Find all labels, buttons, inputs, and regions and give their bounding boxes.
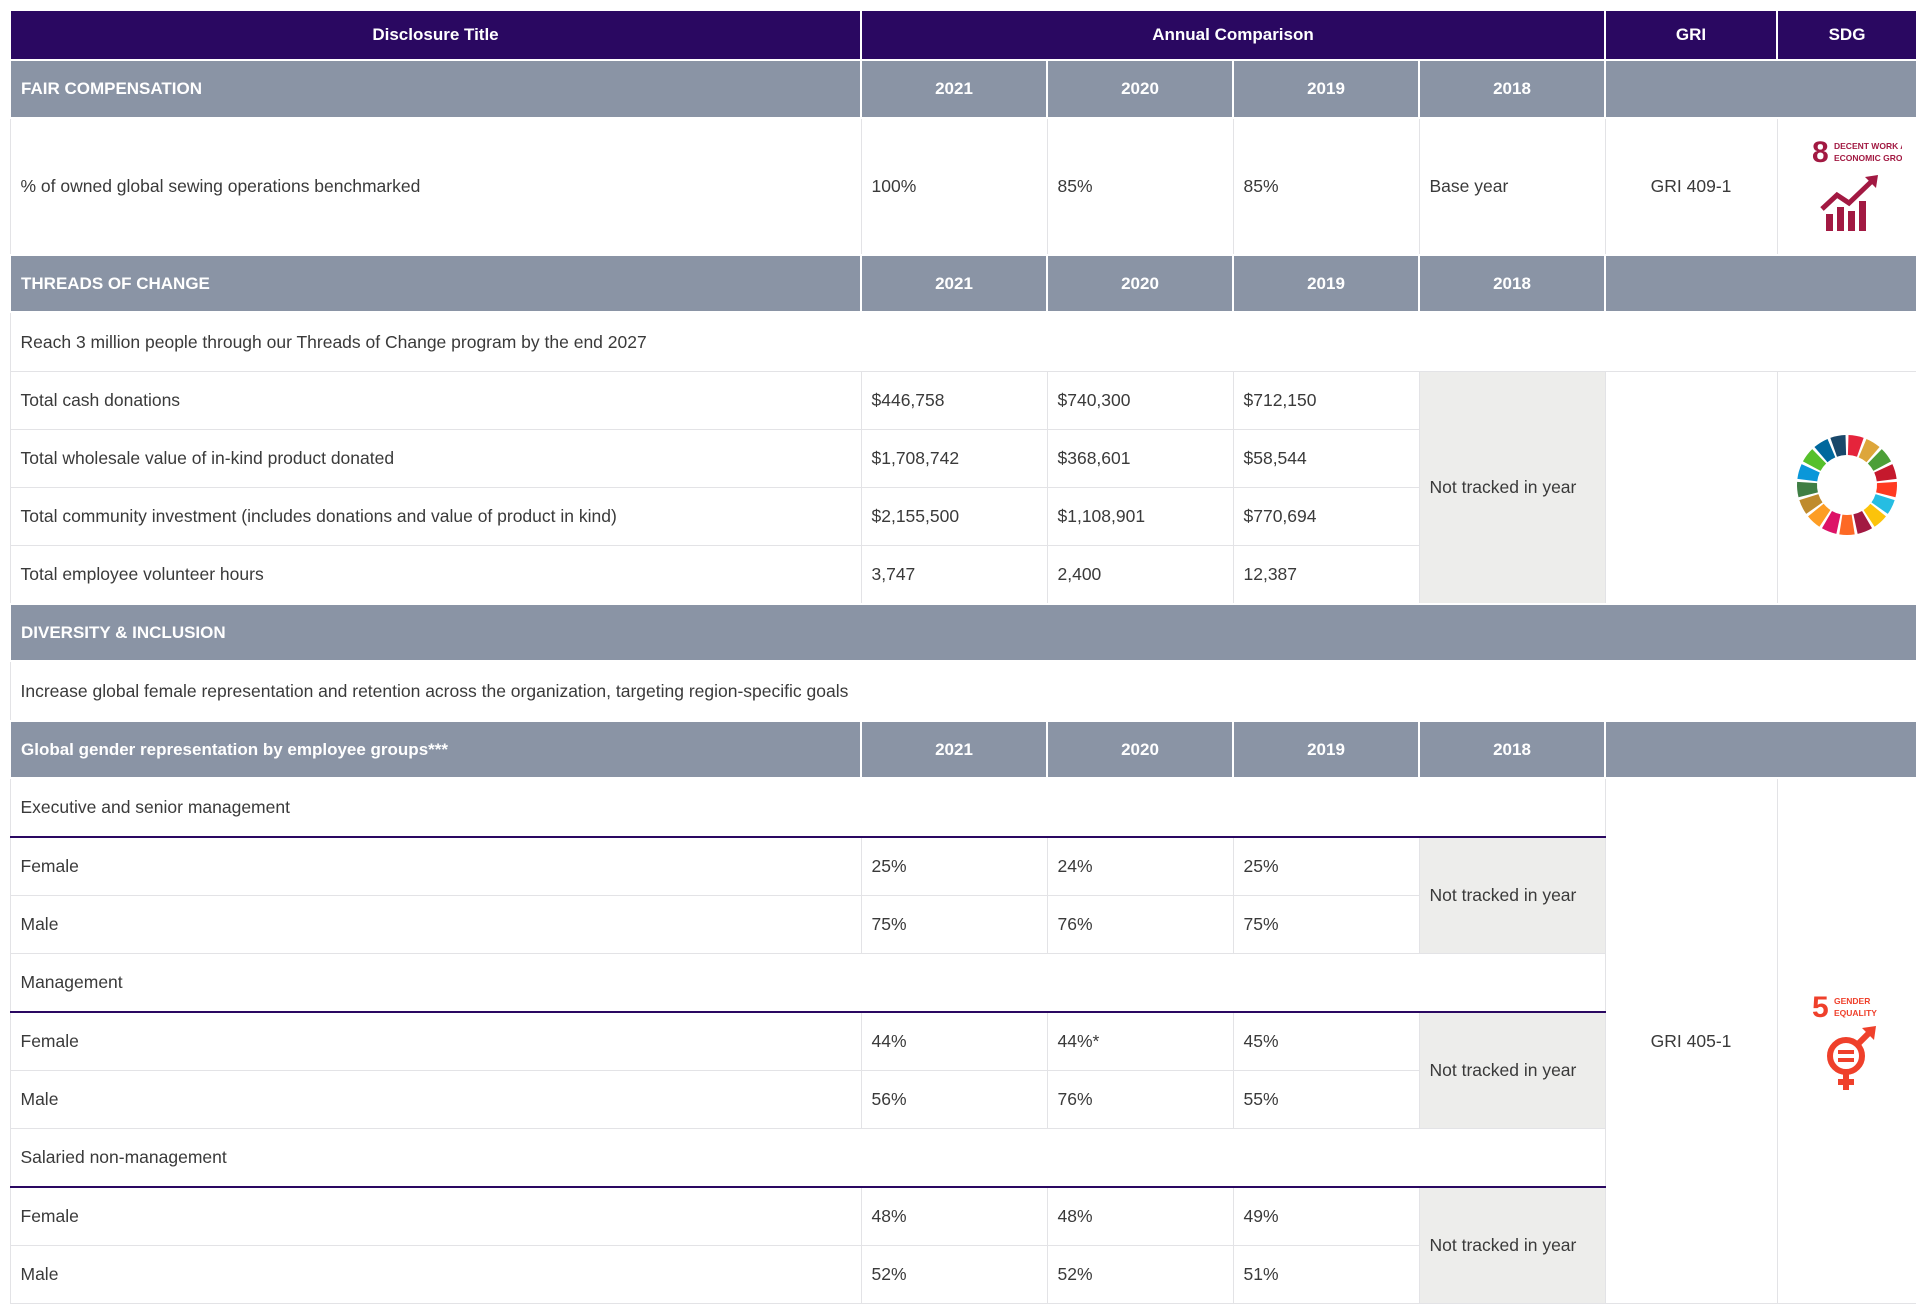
not-tracked-cell: Not tracked in year (1418, 836, 1606, 954)
table-row: % of owned global sewing operations benc… (9, 117, 1916, 256)
sdg-cell: 8 DECENT WORK AND ECONOMIC GROWTH (1776, 117, 1916, 256)
row-label: Female (9, 1011, 862, 1071)
year-header: 2018 (1417, 720, 1607, 779)
sdg-wheel-segment (1797, 481, 1818, 498)
svg-text:8: 8 (1812, 136, 1829, 169)
header-sdg: SDG (1776, 9, 1916, 61)
cell-value: 48% (860, 1186, 1048, 1246)
cell-value: $712,150 (1232, 371, 1420, 430)
section-header-filler (1604, 254, 1916, 313)
cell-value: $1,708,742 (860, 429, 1048, 488)
sdg-5-icon: 5 GENDER EQUALITY (1812, 991, 1877, 1090)
cell-value: 76% (1046, 895, 1234, 954)
cell-value: $740,300 (1046, 371, 1234, 430)
gri-code: GRI 405-1 (1604, 777, 1778, 1304)
svg-text:GENDER: GENDER (1834, 996, 1870, 1006)
svg-text:5: 5 (1812, 991, 1829, 1024)
row-label: Female (9, 1186, 862, 1246)
row-label: Male (9, 895, 862, 954)
row-label: Male (9, 1070, 862, 1129)
sdg-8-icon: 8 DECENT WORK AND ECONOMIC GROWTH (1812, 136, 1902, 231)
not-tracked-cell: Not tracked in year (1418, 1186, 1606, 1304)
year-header: 2018 (1417, 254, 1607, 313)
year-header: 2020 (1046, 720, 1234, 779)
row-label: Male (9, 1245, 862, 1304)
group-title: Salaried non-management (9, 1128, 1606, 1188)
year-header: 2019 (1232, 720, 1420, 779)
cell-value: 52% (860, 1245, 1048, 1304)
cell-value: 52% (1046, 1245, 1234, 1304)
header-gri: GRI (1604, 9, 1779, 61)
cell-value: 56% (860, 1070, 1048, 1129)
cell-value: 76% (1046, 1070, 1234, 1129)
cell-value: 45% (1232, 1011, 1420, 1071)
sdg-wheel-segment (1876, 481, 1898, 498)
cell-value: 48% (1046, 1186, 1234, 1246)
year-header: 2021 (860, 720, 1048, 779)
year-header: 2021 (860, 254, 1048, 313)
gri-code: GRI 409-1 (1604, 117, 1778, 256)
row-label: Total wholesale value of in-kind product… (9, 429, 862, 488)
cell-value: 44%* (1046, 1011, 1234, 1071)
cell-value: 51% (1232, 1245, 1420, 1304)
cell-value: 25% (1232, 836, 1420, 896)
cell-value: Base year (1418, 117, 1606, 256)
year-header: 2019 (1232, 254, 1420, 313)
year-header: 2021 (860, 59, 1048, 119)
section-title-diversity: DIVERSITY & INCLUSION (8, 603, 1916, 662)
svg-text:DECENT WORK AND: DECENT WORK AND (1834, 141, 1902, 151)
cell-value: 49% (1232, 1186, 1420, 1246)
sdg-cell: 5 GENDER EQUALITY (1776, 777, 1916, 1304)
header-annual-comparison: Annual Comparison (859, 9, 1607, 61)
not-tracked-cell: Not tracked in year (1418, 1011, 1606, 1129)
cell-value: 24% (1046, 836, 1234, 896)
disclosure-table: Disclosure Title Annual Comparison GRI S… (8, 9, 1916, 1304)
cell-value: 75% (860, 895, 1048, 954)
group-title: Executive and senior management (9, 777, 1606, 838)
cell-value: 55% (1232, 1070, 1420, 1129)
row-label: Total cash donations (9, 371, 862, 430)
gri-code-empty (1604, 371, 1778, 605)
row-label: Total employee volunteer hours (9, 545, 862, 605)
cell-value: $2,155,500 (860, 487, 1048, 546)
year-header: 2020 (1046, 254, 1234, 313)
cell-value: 3,747 (860, 545, 1048, 605)
cell-value: 85% (1046, 117, 1234, 256)
goal-text: Increase global female representation an… (9, 660, 1916, 722)
year-header: 2018 (1417, 59, 1607, 119)
not-tracked-cell: Not tracked in year (1418, 371, 1606, 605)
cell-value: 25% (860, 836, 1048, 896)
table-row: Total cash donations $446,758 $740,300 $… (9, 371, 1916, 605)
section-title-fair-compensation: FAIR COMPENSATION (9, 59, 862, 119)
cell-value: 85% (1232, 117, 1420, 256)
sdg-wheel-icon (1797, 435, 1898, 535)
subheader-gender-representation: Global gender representation by employee… (9, 720, 862, 779)
cell-value: $770,694 (1232, 487, 1420, 546)
cell-value: 100% (860, 117, 1048, 256)
sdg-cell (1776, 371, 1916, 605)
cell-value: 44% (860, 1011, 1048, 1071)
cell-value: $446,758 (860, 371, 1048, 430)
header-disclosure-title: Disclosure Title (9, 9, 862, 61)
cell-value: 75% (1232, 895, 1420, 954)
sdg-wheel-segment (1839, 514, 1855, 535)
cell-value: 2,400 (1046, 545, 1234, 605)
cell-value: $1,108,901 (1046, 487, 1234, 546)
svg-text:ECONOMIC GROWTH: ECONOMIC GROWTH (1834, 153, 1902, 163)
cell-value: $58,544 (1232, 429, 1420, 488)
cell-value: $368,601 (1046, 429, 1234, 488)
cell-value: 12,387 (1232, 545, 1420, 605)
section-header-filler (1604, 59, 1916, 119)
row-label: % of owned global sewing operations benc… (9, 117, 862, 256)
section-title-threads-of-change: THREADS OF CHANGE (9, 254, 862, 313)
goal-text: Reach 3 million people through our Threa… (9, 311, 1916, 372)
row-label: Total community investment (includes don… (9, 487, 862, 546)
section-header-filler (1604, 720, 1916, 779)
row-label: Female (9, 836, 862, 896)
svg-text:EQUALITY: EQUALITY (1834, 1008, 1877, 1018)
group-title: Management (9, 953, 1606, 1013)
year-header: 2020 (1046, 59, 1234, 119)
year-header: 2019 (1232, 59, 1420, 119)
